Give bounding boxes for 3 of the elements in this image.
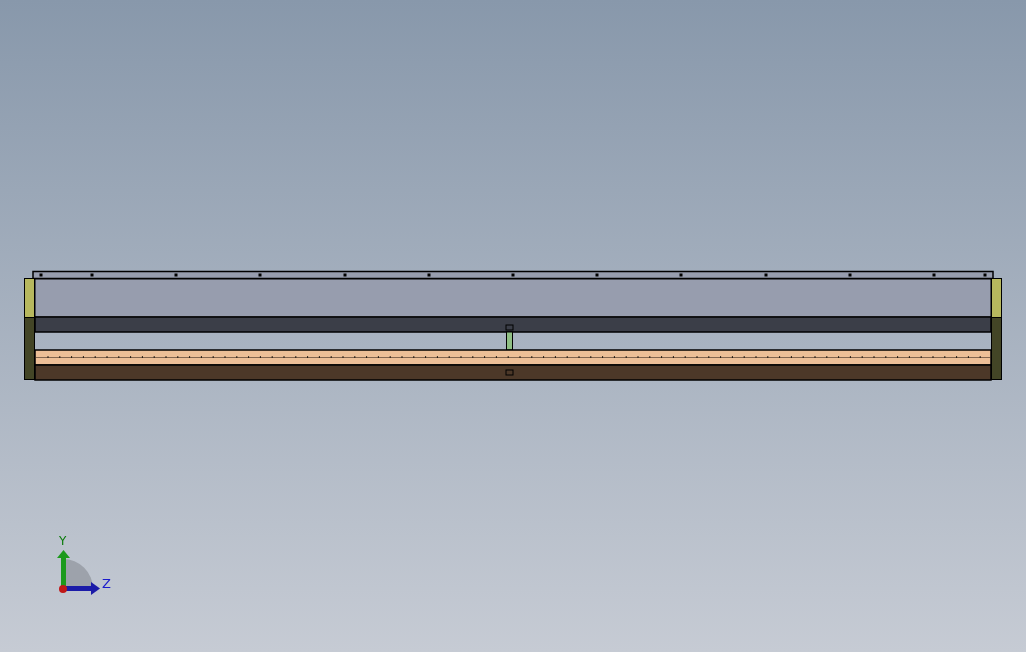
axis-triad-drawing: [57, 550, 100, 595]
z-axis-label: Z: [102, 576, 111, 591]
y-axis-label: Y: [59, 534, 67, 548]
